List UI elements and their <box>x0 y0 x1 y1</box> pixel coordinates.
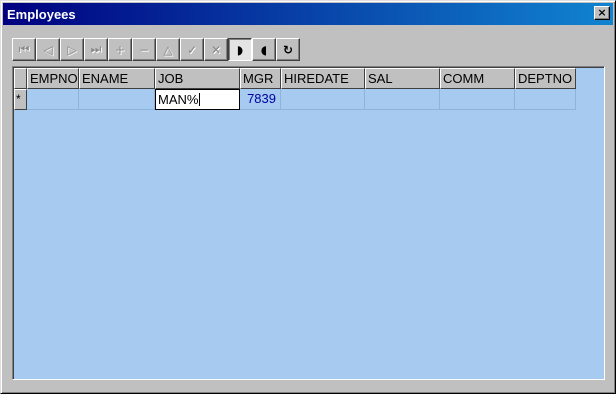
cell-ename[interactable] <box>79 89 155 110</box>
employees-window: Employees × ⏮ ◁ ▷ ⏭ + − △ ✓ ✕ ◗ ◖ ↻ EMPN… <box>0 0 616 394</box>
row-indicator[interactable]: * <box>14 89 27 110</box>
last-record-button[interactable]: ⏭ <box>84 38 108 61</box>
header-indicator-corner <box>14 68 27 89</box>
cell-job-editor[interactable]: MAN% <box>155 89 240 110</box>
edit-record-button[interactable]: △ <box>156 38 180 61</box>
cell-hiredate[interactable] <box>281 89 365 110</box>
first-record-button[interactable]: ⏮ <box>12 38 36 61</box>
cell-empno[interactable] <box>27 89 79 110</box>
table-row[interactable]: * MAN% 7839 <box>14 89 576 110</box>
window-title: Employees <box>7 7 76 22</box>
next-record-button[interactable]: ▷ <box>60 38 84 61</box>
grid-header-row: EMPNO ENAME JOB MGR HIREDATE SAL COMM DE… <box>14 68 576 89</box>
post-edit-button[interactable]: ✓ <box>180 38 204 61</box>
column-header-comm[interactable]: COMM <box>440 68 515 89</box>
job-editor-text: MAN% <box>158 92 199 107</box>
cell-comm[interactable] <box>440 89 515 110</box>
prior-record-button[interactable]: ◁ <box>36 38 60 61</box>
column-header-deptno[interactable]: DEPTNO <box>515 68 576 89</box>
data-grid[interactable]: EMPNO ENAME JOB MGR HIREDATE SAL COMM DE… <box>12 66 605 380</box>
refresh-button[interactable]: ↻ <box>276 38 300 61</box>
column-header-hiredate[interactable]: HIREDATE <box>281 68 365 89</box>
cell-deptno[interactable] <box>515 89 576 110</box>
cancel-edit-button[interactable]: ✕ <box>204 38 228 61</box>
column-header-sal[interactable]: SAL <box>365 68 440 89</box>
insert-record-button[interactable]: + <box>108 38 132 61</box>
execute-query-button[interactable]: ◖ <box>252 38 276 61</box>
cell-sal[interactable] <box>365 89 440 110</box>
query-mode-button[interactable]: ◗ <box>228 38 252 61</box>
column-header-mgr[interactable]: MGR <box>240 68 281 89</box>
column-header-empno[interactable]: EMPNO <box>27 68 79 89</box>
text-caret <box>199 93 201 106</box>
column-header-job[interactable]: JOB <box>155 68 240 89</box>
close-button[interactable]: × <box>594 6 610 20</box>
navigator-toolbar: ⏮ ◁ ▷ ⏭ + − △ ✓ ✕ ◗ ◖ ↻ <box>12 38 300 62</box>
cell-mgr[interactable]: 7839 <box>240 89 281 110</box>
column-header-ename[interactable]: ENAME <box>79 68 155 89</box>
title-bar[interactable]: Employees × <box>3 3 613 25</box>
delete-record-button[interactable]: − <box>132 38 156 61</box>
